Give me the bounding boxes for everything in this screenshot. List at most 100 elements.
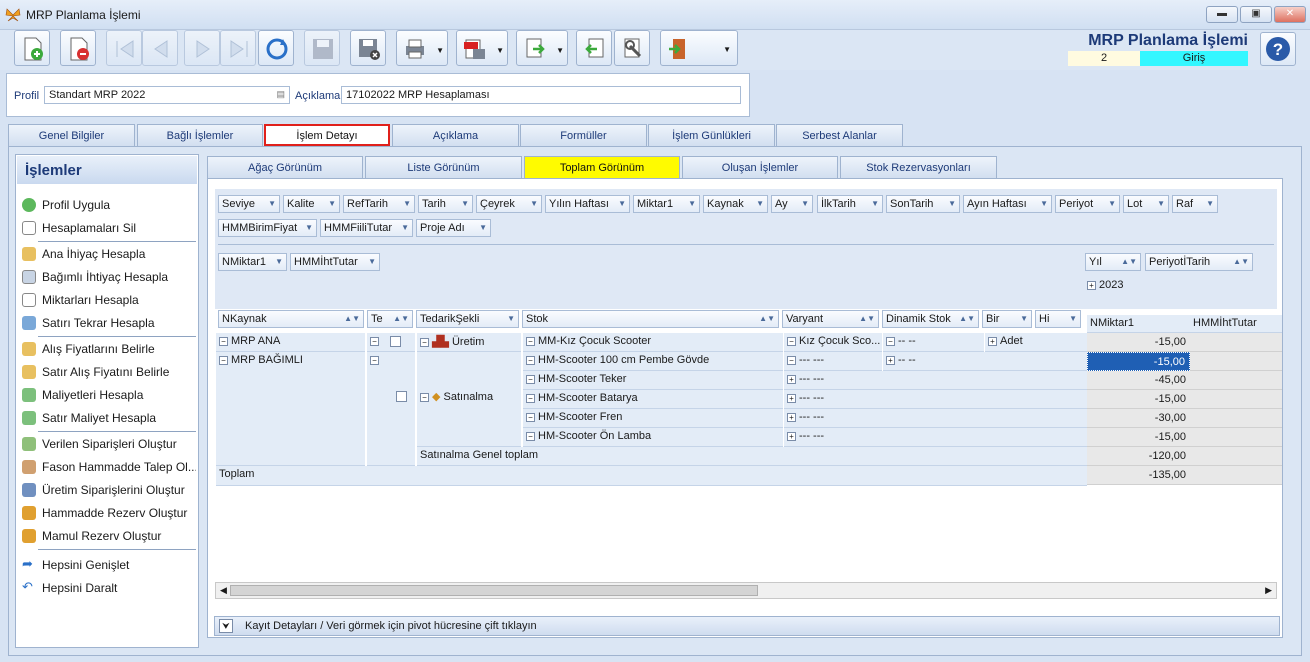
action-delete-calc[interactable]: Hesaplamaları Sil <box>22 218 196 238</box>
value-cell-empty[interactable] <box>1190 447 1282 466</box>
data-field[interactable]: NMiktar1 ▼ <box>218 253 287 271</box>
scroll-thumb[interactable] <box>230 585 758 596</box>
filter-field[interactable]: Seviye ▼ <box>218 195 280 213</box>
pdf-export-button[interactable]: ▼ <box>456 30 508 66</box>
filter-field[interactable]: Kaynak ▼ <box>703 195 768 213</box>
filter-field[interactable]: Proje Adı ▼ <box>416 219 491 237</box>
action-row-cost[interactable]: Satır Maliyet Hesapla <box>22 408 196 428</box>
data-field[interactable]: HMMİhtTutar ▼ <box>290 253 380 271</box>
filter-field[interactable]: Ayın Haftası ▼ <box>963 195 1052 213</box>
dynamic-stock-cell[interactable]: + -- -- <box>883 352 1087 371</box>
filter-field[interactable]: Lot ▼ <box>1123 195 1169 213</box>
row-production[interactable]: − ▟▙ Üretim <box>417 333 521 352</box>
stock-cell[interactable]: − HM-Scooter Ön Lamba <box>523 428 783 447</box>
stock-cell[interactable]: − HM-Scooter Fren <box>523 409 783 428</box>
filter-field[interactable]: Çeyrek ▼ <box>476 195 542 213</box>
description-field[interactable]: 17102022 MRP Hesaplaması <box>341 86 741 104</box>
row-header[interactable]: Stok ▲▼ <box>522 310 779 328</box>
value-cell[interactable]: -30,00 <box>1087 409 1190 428</box>
filter-field[interactable]: Tarih ▼ <box>418 195 473 213</box>
variant-cell[interactable]: + --- --- <box>784 409 1087 428</box>
row-header[interactable]: Te ▲▼ <box>367 310 413 328</box>
delete-record-button[interactable] <box>60 30 96 66</box>
variant-cell[interactable]: − --- --- <box>784 352 882 371</box>
checkbox[interactable] <box>390 335 401 347</box>
filter-field[interactable]: HMMBirimFiyat ▼ <box>218 219 317 237</box>
variant-cell[interactable]: − Kız Çocuk Sco... <box>784 333 882 352</box>
row-header[interactable]: NKaynak ▲▼ <box>218 310 364 328</box>
action-create-orders[interactable]: Verilen Siparişleri Oluştur <box>22 434 196 454</box>
value-cell[interactable]: -45,00 <box>1087 371 1190 390</box>
value-cell[interactable]: -15,00 <box>1087 390 1190 409</box>
next-record-button[interactable] <box>184 30 220 66</box>
value-cell-selected[interactable]: -15,00 <box>1087 352 1190 371</box>
action-product-reserve[interactable]: Mamul Rezerv Oluştur <box>22 526 196 546</box>
exit-button[interactable]: ▼ <box>660 30 738 66</box>
value-header[interactable]: NMiktar1 <box>1087 315 1190 333</box>
year-header[interactable]: +2023 <box>1087 279 1123 291</box>
action-recalc-row[interactable]: Satırı Tekrar Hesapla <box>22 313 196 333</box>
row-purchasing[interactable]: − ◆ Satınalma <box>417 352 521 447</box>
te-cell[interactable]: − <box>367 352 415 466</box>
print-button[interactable]: ▼ <box>396 30 448 66</box>
filter-field[interactable]: Periyot ▼ <box>1055 195 1120 213</box>
tools-button[interactable] <box>614 30 650 66</box>
subtab-created-ops[interactable]: Oluşan İşlemler <box>682 156 838 178</box>
action-subcontract-request[interactable]: Fason Hammadde Talep Ol... <box>22 457 196 477</box>
row-ana[interactable]: − MRP ANA <box>216 333 365 352</box>
value-cell[interactable]: -120,00 <box>1087 447 1190 466</box>
filter-field[interactable]: Ay ▼ <box>771 195 813 213</box>
refresh-button[interactable] <box>258 30 294 66</box>
row-bagimli[interactable]: − MRP BAĞIMLI <box>216 352 365 466</box>
cancel-save-button[interactable] <box>350 30 386 66</box>
checkbox[interactable] <box>396 390 407 402</box>
value-cell-empty[interactable] <box>1190 466 1282 485</box>
action-production-orders[interactable]: Üretim Siparişlerini Oluştur <box>22 480 196 500</box>
value-cell-empty[interactable] <box>1190 390 1282 409</box>
stock-cell[interactable]: − HM-Scooter Batarya <box>523 390 783 409</box>
value-cell[interactable]: -15,00 <box>1087 428 1190 447</box>
variant-cell[interactable]: + --- --- <box>784 371 1087 390</box>
scroll-right-icon[interactable]: ▶ <box>1265 585 1272 596</box>
row-header[interactable]: Dinamik Stok ▲▼ <box>882 310 979 328</box>
stock-cell[interactable]: − MM-Kız Çocuk Scooter <box>523 333 783 352</box>
column-field[interactable]: Yıl ▲▼ <box>1085 253 1141 271</box>
stock-cell[interactable]: − HM-Scooter 100 cm Pembe Gövde <box>523 352 783 371</box>
horizontal-scrollbar[interactable]: ◀ ▶ <box>215 582 1277 599</box>
maximize-button[interactable]: ▣ <box>1240 6 1272 23</box>
import-button[interactable] <box>576 30 612 66</box>
subtab-stock-reservations[interactable]: Stok Rezervasyonları <box>840 156 997 178</box>
row-header[interactable]: TedarikŞekli ▼ <box>416 310 519 328</box>
dynamic-stock-cell[interactable]: − -- -- <box>883 333 984 352</box>
save-button[interactable] <box>304 30 340 66</box>
prev-record-button[interactable] <box>142 30 178 66</box>
action-dependent-need[interactable]: Bağımlı İhtiyaç Hesapla <box>22 267 196 287</box>
profile-field[interactable]: Standart MRP 2022 ▤ <box>44 86 290 104</box>
tab-logs[interactable]: İşlem Günlükleri <box>648 124 775 146</box>
action-expand-all[interactable]: ➦ Hepsini Genişlet <box>22 555 196 575</box>
filter-field[interactable]: Raf ▼ <box>1172 195 1218 213</box>
action-main-need[interactable]: Ana İhiyaç Hesapla <box>22 244 196 264</box>
action-purchase-prices[interactable]: Alış Fiyatlarını Belirle <box>22 339 196 359</box>
variant-cell[interactable]: + --- --- <box>784 428 1087 447</box>
value-cell[interactable]: -15,00 <box>1087 333 1190 352</box>
filter-field[interactable]: HMMFiiliTutar ▼ <box>320 219 413 237</box>
column-field[interactable]: PeriyotİTarih ▲▼ <box>1145 253 1253 271</box>
new-record-button[interactable] <box>14 30 50 66</box>
unit-cell[interactable]: + Adet <box>985 333 1087 352</box>
row-header[interactable]: Varyant ▲▼ <box>782 310 879 328</box>
tab-general[interactable]: Genel Bilgiler <box>8 124 135 146</box>
variant-cell[interactable]: + --- --- <box>784 390 1087 409</box>
tab-linked[interactable]: Bağlı İşlemler <box>137 124 263 146</box>
subtab-list[interactable]: Liste Görünüm <box>365 156 522 178</box>
subtab-tree[interactable]: Ağaç Görünüm <box>207 156 363 178</box>
last-record-button[interactable] <box>220 30 256 66</box>
value-cell-empty[interactable] <box>1190 333 1282 352</box>
value-cell-empty[interactable] <box>1190 371 1282 390</box>
subtab-total[interactable]: Toplam Görünüm <box>524 156 680 178</box>
filter-field[interactable]: RefTarih ▼ <box>343 195 415 213</box>
close-button[interactable]: ✕ <box>1274 6 1306 23</box>
tab-detail[interactable]: İşlem Detayı <box>264 124 390 146</box>
tab-formulas[interactable]: Formüller <box>520 124 647 146</box>
first-record-button[interactable] <box>106 30 142 66</box>
